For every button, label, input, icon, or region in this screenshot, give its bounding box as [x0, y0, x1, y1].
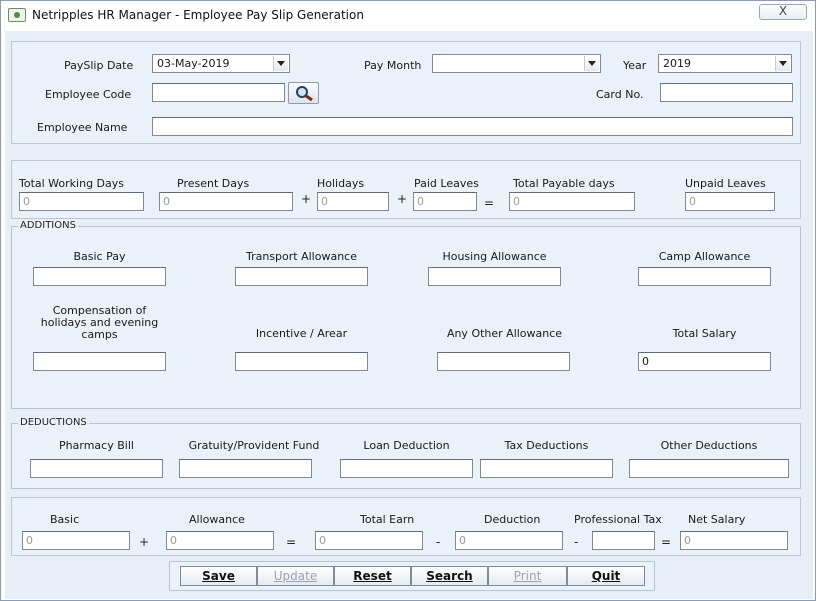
search-button[interactable]: Search	[411, 566, 488, 586]
housing-allowance-label: Housing Allowance	[442, 250, 547, 263]
window: Netripples HR Manager - Employee Pay Sli…	[0, 0, 816, 601]
other-deductions-label: Other Deductions	[660, 439, 758, 452]
pay-month-label: Pay Month	[364, 59, 422, 72]
equals-sign: =	[286, 535, 297, 549]
year-label: Year	[623, 59, 647, 72]
employee-code-input[interactable]	[152, 83, 285, 102]
other-allowance-input[interactable]	[437, 352, 570, 371]
unpaid-leaves-input[interactable]: 0	[685, 192, 775, 211]
total-working-days-input[interactable]: 0	[19, 192, 144, 211]
plus-sign: +	[139, 535, 150, 549]
attendance-panel: Total Working Days 0 Present Days 0 + Ho…	[11, 160, 801, 219]
card-no-label: Card No.	[596, 88, 644, 101]
present-days-input[interactable]: 0	[159, 192, 293, 211]
action-button-bar: Save Update Reset Search Print Quit	[169, 561, 655, 591]
total-working-days-label: Total Working Days	[19, 177, 124, 190]
unpaid-leaves-label: Unpaid Leaves	[685, 177, 766, 190]
total-earn-label: Total Earn	[360, 513, 415, 526]
basic-label: Basic	[50, 513, 80, 526]
incentive-arear-label: Incentive / Arear	[255, 327, 348, 340]
payslip-date-picker[interactable]: 03-May-2019	[152, 54, 290, 73]
year-select[interactable]: 2019	[658, 54, 792, 73]
card-no-input[interactable]	[660, 83, 793, 102]
transport-allowance-input[interactable]	[235, 267, 368, 286]
camp-allowance-input[interactable]	[638, 267, 771, 286]
holidays-label: Holidays	[317, 177, 365, 190]
search-icon	[296, 86, 313, 102]
payslip-date-value: 03-May-2019	[157, 57, 230, 70]
deduction-input[interactable]: 0	[455, 531, 563, 550]
total-salary-label: Total Salary	[672, 327, 737, 340]
basic-input[interactable]: 0	[22, 531, 130, 550]
deductions-legend: DEDUCTIONS	[18, 417, 89, 428]
minus-sign: -	[436, 535, 441, 549]
quit-button[interactable]: Quit	[567, 566, 645, 586]
payslip-date-label: PaySlip Date	[64, 59, 134, 72]
additions-group: ADDITIONS Basic Pay Transport Allowance …	[11, 220, 801, 409]
chevron-down-icon[interactable]	[584, 56, 599, 71]
loan-deduction-label: Loan Deduction	[363, 439, 450, 452]
year-value: 2019	[663, 57, 691, 70]
app-logo-icon	[8, 8, 26, 22]
gratuity-provident-fund-label: Gratuity/Provident Fund	[188, 439, 320, 452]
professional-tax-label: Professional Tax	[574, 513, 662, 526]
professional-tax-input[interactable]	[592, 531, 655, 550]
total-payable-days-label: Total Payable days	[513, 177, 615, 190]
camp-allowance-label: Camp Allowance	[658, 250, 751, 263]
close-button[interactable]: X	[759, 4, 807, 20]
employee-info-panel: PaySlip Date 03-May-2019 Pay Month Year …	[11, 41, 801, 144]
equals-sign: =	[484, 196, 495, 210]
window-title: Netripples HR Manager - Employee Pay Sli…	[32, 8, 364, 22]
equals-sign: =	[661, 535, 672, 549]
salary-summary-panel: Basic 0 + Allowance 0 = Total Earn 0 - D…	[11, 497, 801, 556]
chevron-down-icon[interactable]	[775, 56, 790, 71]
paid-leaves-label: Paid Leaves	[414, 177, 479, 190]
present-days-label: Present Days	[177, 177, 250, 190]
employee-code-label: Employee Code	[45, 88, 132, 101]
holidays-input[interactable]: 0	[317, 192, 389, 211]
reset-button[interactable]: Reset	[334, 566, 411, 586]
other-allowance-label: Any Other Allowance	[446, 327, 563, 340]
form-client-area: PaySlip Date 03-May-2019 Pay Month Year …	[5, 31, 813, 599]
total-salary-input[interactable]: 0	[638, 352, 771, 371]
employee-name-input[interactable]	[152, 117, 793, 136]
total-earn-input[interactable]: 0	[315, 531, 423, 550]
employee-name-label: Employee Name	[37, 121, 128, 134]
housing-allowance-input[interactable]	[428, 267, 561, 286]
save-button[interactable]: Save	[180, 566, 257, 586]
paid-leaves-input[interactable]: 0	[413, 192, 477, 211]
loan-deduction-input[interactable]	[340, 459, 473, 478]
update-button[interactable]: Update	[257, 566, 334, 586]
deduction-label: Deduction	[484, 513, 541, 526]
pay-month-select[interactable]	[432, 54, 601, 73]
deductions-group: DEDUCTIONS Pharmacy Bill Gratuity/Provid…	[11, 417, 801, 489]
minus-sign: -	[574, 535, 579, 549]
additions-legend: ADDITIONS	[18, 220, 78, 231]
compensation-label: Compensation of holidays and evening cam…	[40, 304, 159, 341]
net-salary-input[interactable]: 0	[680, 531, 788, 550]
allowance-label: Allowance	[189, 513, 245, 526]
net-salary-label: Net Salary	[688, 513, 746, 526]
total-payable-days-input[interactable]: 0	[509, 192, 635, 211]
chevron-down-icon[interactable]	[273, 56, 288, 71]
tax-deductions-input[interactable]	[480, 459, 613, 478]
pharmacy-bill-label: Pharmacy Bill	[59, 439, 134, 452]
allowance-input[interactable]: 0	[166, 531, 274, 550]
transport-allowance-label: Transport Allowance	[245, 250, 357, 263]
gratuity-provident-fund-input[interactable]	[179, 459, 312, 478]
employee-lookup-button[interactable]	[288, 82, 319, 104]
title-bar: Netripples HR Manager - Employee Pay Sli…	[1, 1, 815, 29]
plus-sign: +	[397, 192, 408, 206]
basic-pay-label: Basic Pay	[73, 250, 126, 263]
plus-sign: +	[301, 192, 312, 206]
basic-pay-input[interactable]	[33, 267, 166, 286]
compensation-input[interactable]	[33, 352, 166, 371]
other-deductions-input[interactable]	[629, 459, 789, 478]
tax-deductions-label: Tax Deductions	[504, 439, 589, 452]
incentive-arear-input[interactable]	[235, 352, 368, 371]
print-button[interactable]: Print	[488, 566, 567, 586]
pharmacy-bill-input[interactable]	[30, 459, 163, 478]
